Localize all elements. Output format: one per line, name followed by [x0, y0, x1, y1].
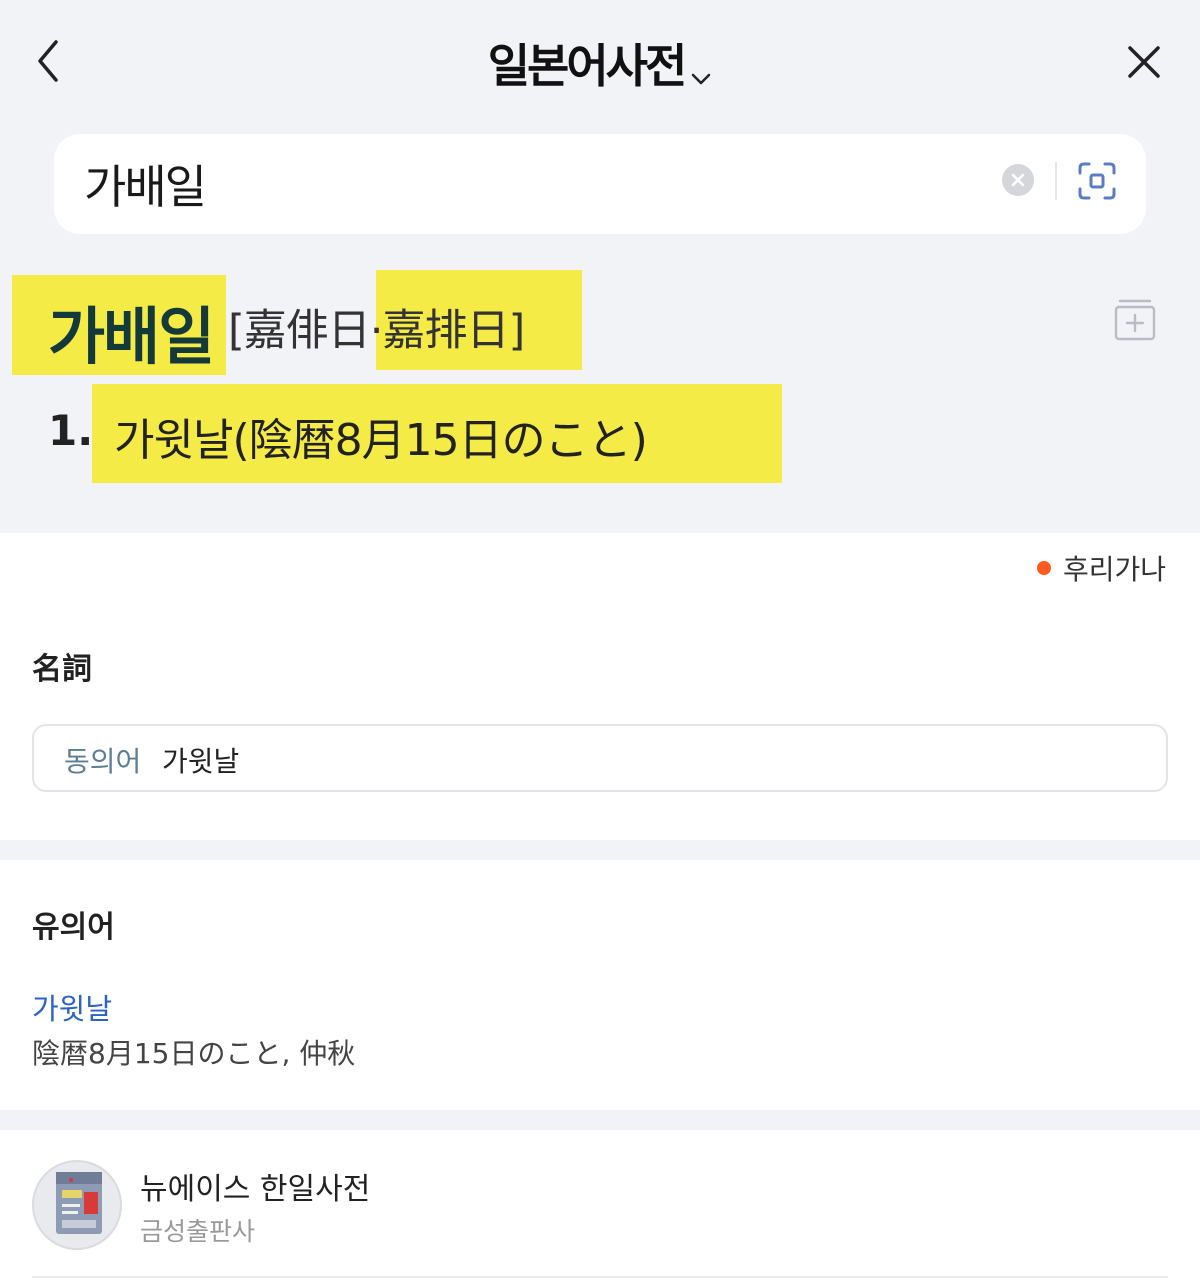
- headword: 가배일: [48, 300, 215, 373]
- sense-number: 1.: [48, 406, 94, 455]
- part-of-speech: 名詞: [32, 652, 92, 687]
- add-to-wordbook-icon[interactable]: [1114, 298, 1156, 342]
- search-bar: [54, 134, 1146, 234]
- dictionary-name[interactable]: 뉴에이스 한일사전: [140, 1164, 370, 1208]
- synonym-label: 동의어: [64, 745, 142, 778]
- similar-word-link[interactable]: 가윗날: [32, 986, 112, 1028]
- dictionary-cover-icon: [32, 1160, 122, 1250]
- similar-word-description: 陰暦8月15日のこと, 仲秋: [32, 1037, 356, 1070]
- dictionary-publisher: 금성출판사: [140, 1217, 256, 1246]
- scan-icon[interactable]: [1076, 160, 1118, 202]
- furigana-label: 후리가나: [1062, 553, 1166, 586]
- similar-words-title: 유의어: [32, 910, 115, 945]
- search-input[interactable]: [84, 154, 984, 214]
- chevron-down-icon: [690, 43, 712, 97]
- hanja-reading: [嘉俳日·嘉排日]: [228, 306, 525, 356]
- status-dot-icon: [1036, 561, 1051, 575]
- meaning-text: 가윗날(陰暦8月15日のこと): [114, 415, 648, 466]
- synonym-link[interactable]: 가윗날: [162, 740, 239, 780]
- section-divider: [0, 840, 1200, 860]
- divider: [1055, 162, 1057, 200]
- dictionary-selector[interactable]: 일본어사전: [0, 30, 1200, 97]
- top-section: 일본어사전 가배일 [嘉俳日·嘉排日] 1. 가윗날(陰暦8月15日のこと): [0, 0, 1200, 533]
- page-title: 일본어사전: [487, 39, 688, 93]
- close-icon[interactable]: [1122, 40, 1166, 84]
- synonym-box: 동의어 가윗날: [32, 724, 1168, 792]
- divider: [32, 1276, 1168, 1278]
- clear-search-icon[interactable]: [1002, 164, 1034, 196]
- furigana-toggle[interactable]: 후리가나: [1036, 548, 1166, 588]
- section-divider: [0, 1110, 1200, 1130]
